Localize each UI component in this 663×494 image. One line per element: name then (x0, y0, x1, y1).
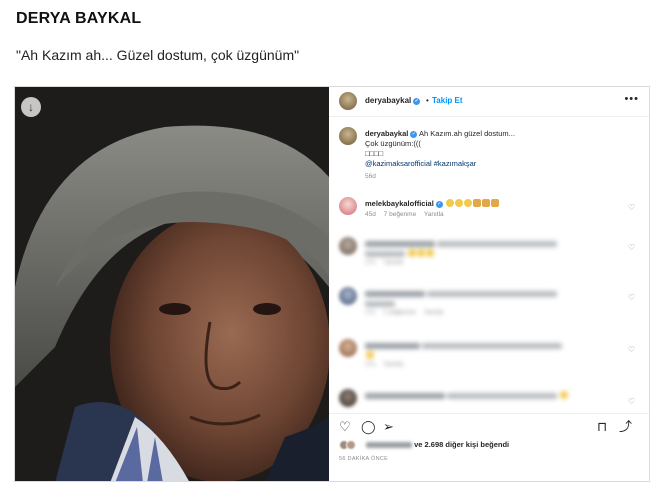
post-timestamp: 56 DAKİKA ÖNCE (339, 456, 389, 462)
separator-dot: • (426, 96, 429, 105)
instagram-embed: ↓ deryabaykal ✓ • Takip Et ••• deryabayka… (14, 86, 650, 482)
caption-line-2: Çok üzgünüm:((( (365, 139, 421, 148)
heart-icon[interactable]: ♡ (628, 397, 635, 406)
comment-item: 17c Yanıtla ♡ (339, 339, 639, 369)
username-text[interactable]: deryabaykal (365, 96, 411, 105)
avatar[interactable] (339, 287, 357, 305)
caption-line-3: □□□□ (365, 149, 384, 158)
verified-badge-icon: ✓ (435, 201, 443, 208)
post-sidebar: deryabaykal ✓ • Takip Et ••• deryabaykal ✓… (329, 87, 649, 481)
heart-icon[interactable]: ♡ (628, 243, 635, 252)
likes-count[interactable]: ve 2.698 diğer kişi beğendi (414, 440, 509, 449)
paper-plane-icon[interactable]: ➢ (383, 420, 394, 433)
reply-button[interactable]: Yanıtla (424, 309, 444, 316)
comment-age: 17c (365, 361, 376, 368)
caption-line-1: Ah Kazım.ah güzel dostum... (419, 129, 515, 138)
avatar[interactable] (339, 339, 357, 357)
comment-age: 17c (365, 309, 376, 316)
comment-item: 17c 1 beğenme Yanıtla ♡ (339, 287, 639, 317)
post-photo[interactable]: ↓ (15, 87, 329, 481)
share-icon[interactable]: ⤴ (619, 420, 632, 433)
likes-summary: ve 2.698 diğer kişi beğendi (339, 440, 639, 451)
avatar[interactable] (339, 127, 357, 145)
blurred-comment-text (365, 239, 615, 259)
comment-age: 45d (365, 211, 376, 218)
avatar[interactable] (339, 92, 357, 110)
article-quote: "Ah Kazım ah... Güzel dostum, çok üzgünü… (16, 47, 300, 63)
comment-age: 17c (365, 259, 376, 266)
bookmark-icon[interactable]: ⊓ (597, 420, 607, 433)
comment-username[interactable]: melekbaykalofficial (365, 199, 434, 208)
praying-hands-icon (472, 199, 481, 207)
crying-emoji-icon (463, 199, 472, 207)
comment-item: 17c Yanıtla ♡ (339, 237, 639, 267)
liker-avatars[interactable] (339, 440, 363, 451)
blurred-comment-text (365, 341, 615, 361)
verified-badge-icon: ✓ (410, 131, 418, 138)
article-headline: DERYA BAYKAL (16, 10, 142, 27)
follow-button[interactable]: Takip Et (432, 96, 463, 105)
blurred-liker-name (366, 442, 412, 449)
post-header: deryabaykal ✓ • Takip Et ••• (329, 87, 649, 117)
caption-age: 56d (365, 173, 376, 180)
heart-icon[interactable]: ♡ (339, 420, 351, 433)
heart-icon[interactable]: ♡ (628, 203, 635, 212)
header-username[interactable]: deryabaykal ✓ (365, 96, 421, 105)
comment-likes[interactable]: 7 beğenme (384, 211, 417, 218)
blurred-comment-text (365, 289, 615, 309)
praying-hands-icon (490, 199, 499, 207)
reply-button[interactable]: Yanıtla (424, 211, 444, 218)
verified-badge-icon: ✓ (413, 98, 421, 105)
avatar[interactable] (339, 389, 357, 407)
blurred-comment-text (365, 391, 615, 401)
comment-likes[interactable]: 1 beğenme (383, 309, 416, 316)
portrait-illustration (15, 87, 329, 481)
reply-button[interactable]: Yanıtla (383, 259, 403, 266)
crying-emoji-icon (445, 199, 454, 207)
action-bar: ♡ ◯ ➢ ⊓ ⤴ (329, 413, 649, 435)
heart-icon[interactable]: ♡ (628, 345, 635, 354)
comment-icon[interactable]: ◯ (361, 420, 376, 433)
reply-button[interactable]: Yanıtla (383, 361, 403, 368)
comment-item: melekbaykalofficial ✓ 45d 7 beğenme Yanıt… (339, 197, 639, 227)
more-options-icon[interactable]: ••• (624, 93, 639, 105)
avatar[interactable] (339, 197, 357, 215)
heart-icon[interactable]: ♡ (628, 293, 635, 302)
crying-emoji-icon (454, 199, 463, 207)
download-arrow-icon[interactable]: ↓ (21, 97, 41, 117)
caption-tags[interactable]: @kazimaksarofficial #kazımakşar (365, 159, 635, 169)
avatar[interactable] (339, 237, 357, 255)
praying-hands-icon (481, 199, 490, 207)
caption-username[interactable]: deryabaykal (365, 129, 408, 138)
